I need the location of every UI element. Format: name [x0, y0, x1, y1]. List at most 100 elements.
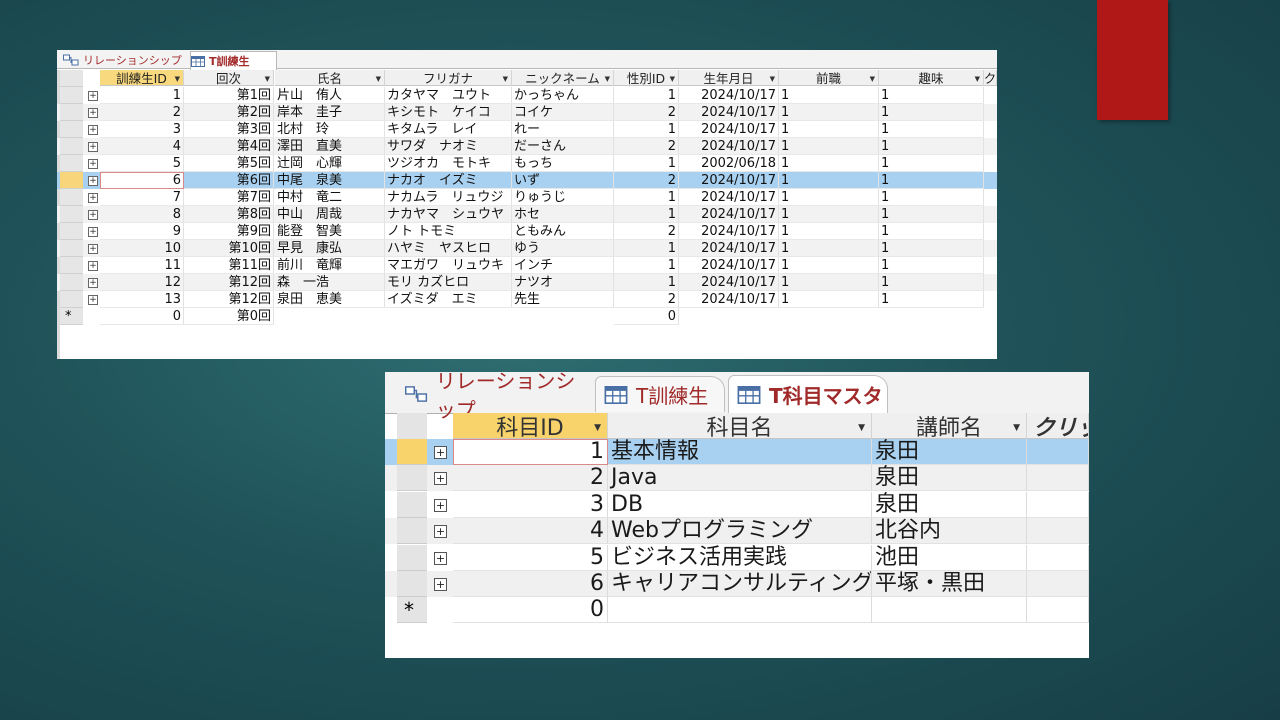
table-cell[interactable]: ナカムラ リュウジ	[385, 189, 512, 206]
table-cell[interactable]: 1	[879, 291, 984, 308]
column-header[interactable]: 氏名 ▼	[275, 70, 385, 86]
expand-plus-icon[interactable]: +	[434, 525, 447, 538]
new-record-round[interactable]: 第0回	[184, 308, 274, 325]
table-cell[interactable]: 澤田 直美	[275, 138, 385, 155]
record-selector[interactable]	[60, 257, 83, 274]
column-header[interactable]: フリガナ ▼	[385, 70, 512, 86]
expand-plus-icon[interactable]: +	[88, 244, 98, 254]
table-cell[interactable]: 2024/10/17	[679, 223, 779, 240]
table-cell[interactable]: 2024/10/17	[679, 291, 779, 308]
column-header[interactable]: 性別ID ▼	[614, 70, 679, 86]
table-cell[interactable]: 1	[779, 172, 879, 189]
record-selector[interactable]	[60, 223, 83, 240]
record-selector[interactable]	[397, 545, 427, 571]
dropdown-arrow-icon[interactable]: ▼	[265, 75, 270, 83]
table-cell[interactable]: かっちゃん	[512, 87, 614, 104]
table-cell[interactable]: 5	[100, 155, 184, 172]
column-header[interactable]: 科目ID ▼	[453, 413, 608, 439]
table-cell[interactable]: 1	[779, 104, 879, 121]
table-cell[interactable]: 北村 玲	[275, 121, 385, 138]
column-header[interactable]: ニックネーム ▼	[512, 70, 614, 86]
record-selector[interactable]	[60, 274, 83, 291]
table-cell[interactable]: 基本情報	[608, 439, 872, 465]
dropdown-arrow-icon[interactable]: ▼	[1013, 423, 1020, 433]
table-cell[interactable]: 中村 竜二	[275, 189, 385, 206]
table-cell[interactable]: 10	[100, 240, 184, 257]
table-cell[interactable]: 前川 竜輝	[275, 257, 385, 274]
table-cell[interactable]: 2024/10/17	[679, 172, 779, 189]
table-cell[interactable]: 1	[779, 155, 879, 172]
table-cell[interactable]: 2024/10/17	[679, 121, 779, 138]
table-cell[interactable]: 1	[879, 87, 984, 104]
table-cell[interactable]: 第12回	[184, 274, 274, 291]
expand-plus-icon[interactable]: +	[434, 578, 447, 591]
table-cell[interactable]: 第10回	[184, 240, 274, 257]
expand-plus-icon[interactable]: +	[434, 446, 447, 459]
table-cell[interactable]: 1	[779, 138, 879, 155]
table-cell[interactable]: 1	[614, 274, 679, 291]
table-cell[interactable]: 2024/10/17	[679, 87, 779, 104]
expand-plus-icon[interactable]: +	[88, 227, 98, 237]
table-cell[interactable]: れー	[512, 121, 614, 138]
table-cell[interactable]: 2024/10/17	[679, 104, 779, 121]
table-cell[interactable]: 能登 智美	[275, 223, 385, 240]
table-cell[interactable]: 中山 周哉	[275, 206, 385, 223]
column-header[interactable]: 生年月日 ▼	[679, 70, 779, 86]
table-cell[interactable]: 1	[100, 87, 184, 104]
dropdown-arrow-icon[interactable]: ▼	[770, 75, 775, 83]
table-cell[interactable]: いず	[512, 172, 614, 189]
table-cell[interactable]: 3	[100, 121, 184, 138]
table-cell[interactable]: 第8回	[184, 206, 274, 223]
table-cell[interactable]: 2024/10/17	[679, 138, 779, 155]
tab-subject-master[interactable]: T科目マスタ	[728, 375, 888, 413]
expand-plus-icon[interactable]: +	[88, 125, 98, 135]
table-cell[interactable]: 第2回	[184, 104, 274, 121]
table-cell[interactable]: 泉田 恵美	[275, 291, 385, 308]
dropdown-arrow-icon[interactable]: ▼	[858, 423, 865, 433]
record-selector[interactable]	[60, 104, 83, 121]
table-cell[interactable]: 泉田	[872, 465, 1027, 491]
column-header[interactable]: 講師名 ▼	[872, 413, 1027, 439]
record-selector[interactable]	[397, 518, 427, 544]
table-cell[interactable]: 11	[100, 257, 184, 274]
dropdown-arrow-icon[interactable]: ▼	[975, 75, 980, 83]
table-cell[interactable]: 片山 侑人	[275, 87, 385, 104]
table-cell[interactable]: 1	[614, 155, 679, 172]
dropdown-arrow-icon[interactable]: ▼	[594, 423, 601, 433]
new-record-gender[interactable]: 0	[614, 308, 679, 325]
table-cell[interactable]: 1	[614, 87, 679, 104]
column-header[interactable]: 前職 ▼	[779, 70, 879, 86]
record-selector[interactable]	[397, 492, 427, 518]
table-cell[interactable]: 2	[100, 104, 184, 121]
table-cell-empty[interactable]	[1027, 545, 1089, 571]
table-cell[interactable]: 第11回	[184, 257, 274, 274]
select-all-corner[interactable]	[397, 413, 427, 440]
expand-plus-icon[interactable]: +	[88, 295, 98, 305]
record-selector[interactable]	[60, 87, 83, 104]
table-cell[interactable]: 1	[879, 138, 984, 155]
record-selector[interactable]	[60, 189, 83, 206]
table-cell[interactable]: 2024/10/17	[679, 257, 779, 274]
table-cell-empty[interactable]	[1027, 465, 1089, 491]
table-cell[interactable]: 第9回	[184, 223, 274, 240]
table-cell[interactable]: 第1回	[184, 87, 274, 104]
new-record-id[interactable]: 0	[100, 308, 184, 325]
table-cell[interactable]: 1	[879, 274, 984, 291]
table-cell[interactable]: Webプログラミング	[608, 518, 872, 544]
table-cell[interactable]: 2	[614, 172, 679, 189]
table-cell[interactable]: 1	[779, 206, 879, 223]
table-cell[interactable]: 1	[779, 240, 879, 257]
table-cell-empty[interactable]	[872, 597, 1027, 623]
select-all-corner[interactable]	[60, 70, 83, 87]
table-cell[interactable]: キシモト ケイコ	[385, 104, 512, 121]
table-cell[interactable]: 1	[879, 206, 984, 223]
table-cell-empty[interactable]	[1027, 439, 1089, 465]
table-cell[interactable]: 第3回	[184, 121, 274, 138]
table-cell[interactable]: 第6回	[184, 172, 274, 189]
table-cell[interactable]: インチ	[512, 257, 614, 274]
expand-plus-icon[interactable]: +	[88, 176, 98, 186]
table-cell[interactable]: カタヤマ ユウト	[385, 87, 512, 104]
table-cell[interactable]: 泉田	[872, 492, 1027, 518]
table-cell[interactable]: 1	[779, 189, 879, 206]
record-selector[interactable]	[60, 138, 83, 155]
